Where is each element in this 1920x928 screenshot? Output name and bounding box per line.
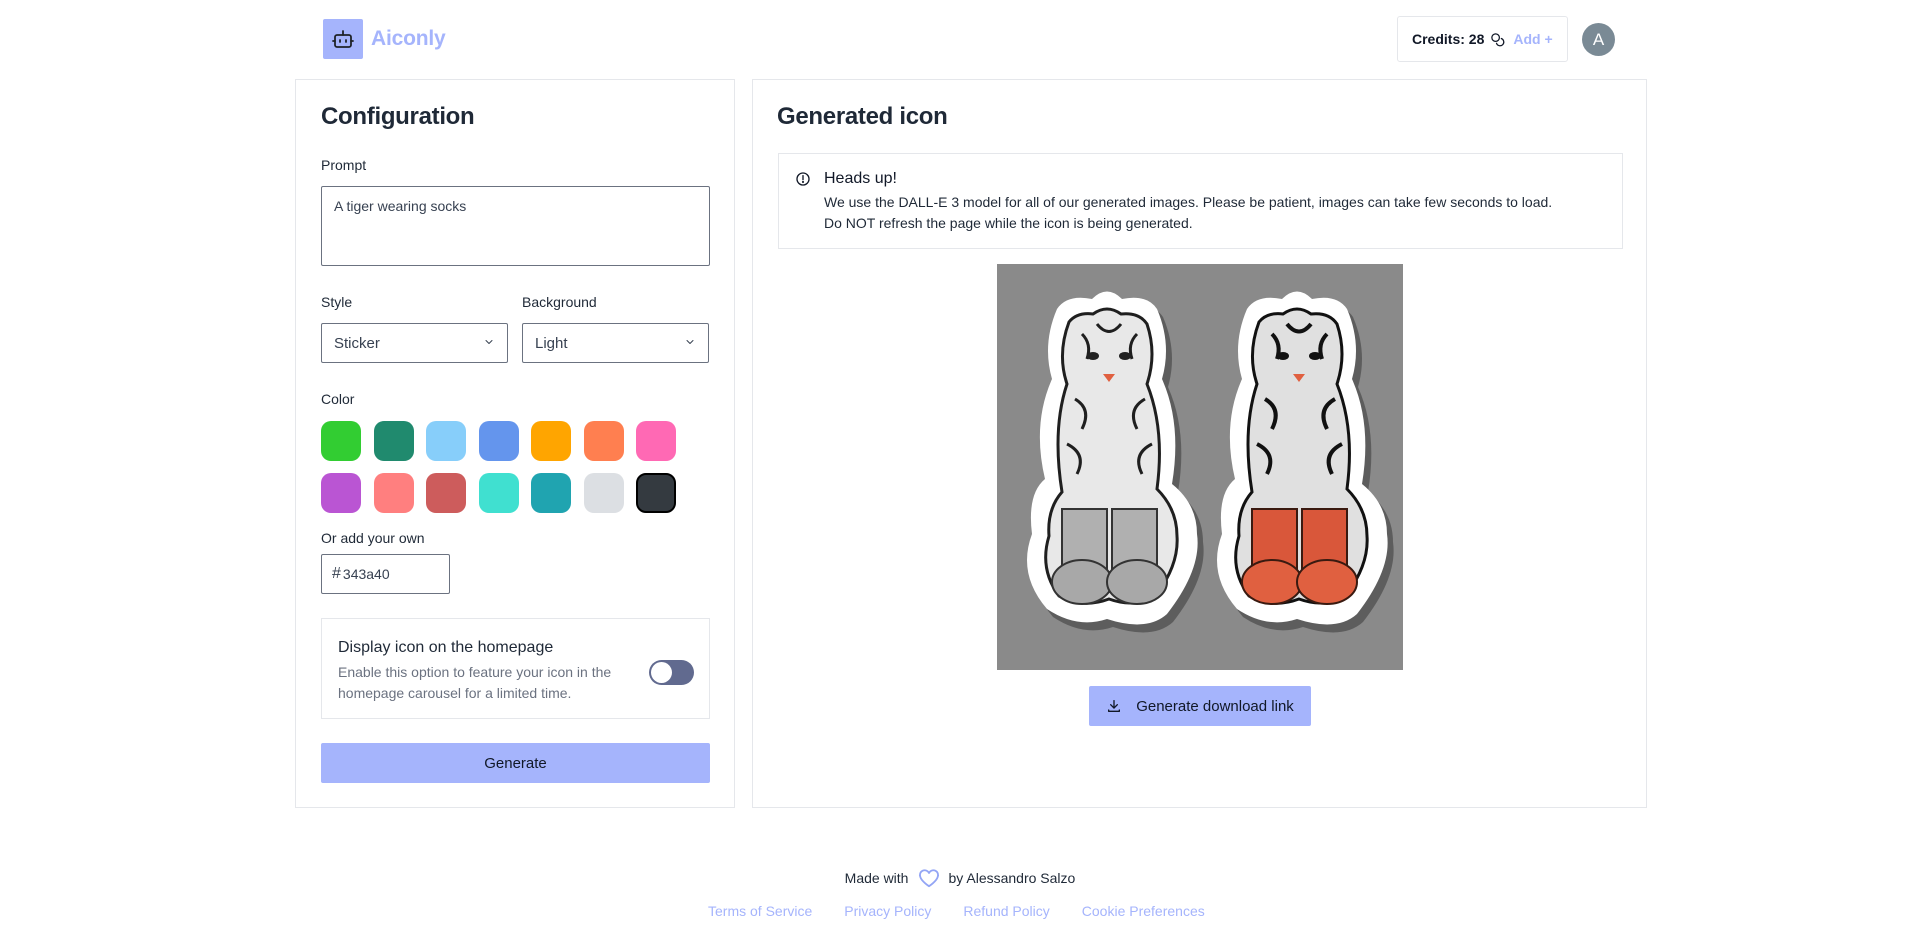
cookie-preferences-link[interactable]: Cookie Preferences [1082, 903, 1205, 919]
color-swatch[interactable] [373, 473, 414, 513]
color-swatch[interactable] [636, 421, 676, 461]
color-swatch[interactable] [321, 421, 361, 461]
style-select[interactable]: Sticker [321, 323, 508, 363]
background-value: Light [535, 334, 568, 352]
color-swatch[interactable] [426, 421, 466, 461]
color-swatch[interactable] [531, 473, 571, 513]
download-label: Generate download link [1136, 697, 1294, 715]
color-swatch[interactable] [583, 473, 624, 513]
color-label: Color [321, 391, 355, 407]
heads-up-alert: Heads up! We use the DALL-E 3 model for … [778, 153, 1623, 249]
made-with-text: Made with [844, 870, 909, 886]
app-name[interactable]: Aiconly [371, 27, 446, 51]
prompt-label: Prompt [321, 157, 367, 173]
coins-icon [1490, 32, 1505, 47]
alert-line-2: Do NOT refresh the page while the icon i… [824, 215, 1193, 231]
style-value: Sticker [334, 334, 380, 352]
color-swatch[interactable] [583, 421, 624, 461]
background-select[interactable]: Light [522, 323, 709, 363]
custom-color-label: Or add your own [321, 530, 425, 546]
generated-title: Generated icon [777, 103, 948, 130]
alert-body: We use the DALL-E 3 model for all of our… [824, 192, 1614, 234]
color-swatch[interactable] [478, 421, 519, 461]
generate-download-link-button[interactable]: Generate download link [1089, 686, 1311, 726]
generated-icon-panel: Generated icon Heads up! We use the DALL… [752, 79, 1647, 808]
robot-icon[interactable] [323, 19, 363, 59]
color-swatch[interactable] [478, 473, 519, 513]
tiger-sticker-image [997, 264, 1403, 670]
download-icon [1106, 698, 1122, 714]
homepage-feature-option: Display icon on the homepage Enable this… [321, 618, 710, 719]
style-label: Style [321, 294, 353, 310]
color-swatch[interactable] [531, 421, 571, 461]
chevron-down-icon [684, 335, 696, 352]
homepage-toggle[interactable] [649, 660, 694, 685]
color-swatch[interactable] [636, 473, 676, 513]
feature-title: Display icon on the homepage [338, 639, 554, 656]
avatar[interactable]: A [1582, 23, 1615, 56]
custom-color-value: 343a40 [342, 566, 390, 582]
feature-description: Enable this option to feature your icon … [338, 664, 612, 701]
privacy-policy-link[interactable]: Privacy Policy [844, 903, 931, 919]
configuration-panel: Configuration Prompt A tiger wearing soc… [295, 79, 735, 808]
toggle-knob [651, 662, 672, 683]
footer-credit: Made with by Alessandro Salzo [0, 868, 1920, 888]
chevron-down-icon [483, 335, 495, 352]
terms-of-service-link[interactable]: Terms of Service [708, 903, 812, 919]
custom-color-input[interactable]: # 343a40 [321, 554, 450, 594]
prompt-input[interactable]: A tiger wearing socks [321, 186, 710, 266]
info-circle-icon [795, 171, 811, 192]
author-text: by Alessandro Salzo [948, 870, 1076, 886]
hash-icon: # [332, 565, 341, 582]
configuration-title: Configuration [321, 103, 475, 130]
generate-button[interactable]: Generate [321, 743, 710, 783]
alert-line-1: We use the DALL-E 3 model for all of our… [824, 194, 1553, 210]
alert-title: Heads up! [824, 170, 897, 187]
app-header: Aiconly [323, 19, 446, 59]
footer-links: Terms of Service Privacy Policy Refund P… [708, 903, 1237, 919]
heart-icon [918, 868, 940, 888]
add-credits-link[interactable]: Add + [1513, 31, 1552, 47]
color-swatch[interactable] [426, 473, 466, 513]
background-label: Background [522, 294, 597, 310]
credits-label: Credits: 28 [1412, 31, 1485, 47]
color-swatch[interactable] [373, 421, 414, 461]
refund-policy-link[interactable]: Refund Policy [963, 903, 1049, 919]
credits-widget: Credits: 28 Add + [1397, 16, 1568, 62]
color-swatch[interactable] [321, 473, 361, 513]
